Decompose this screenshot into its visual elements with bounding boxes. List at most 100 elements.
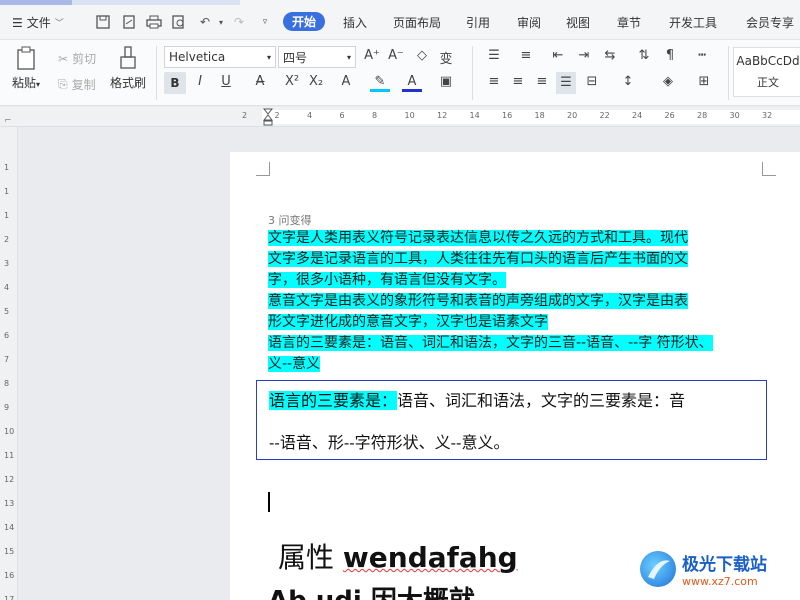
ruler-tick-label: 16 [4, 571, 15, 580]
sort-icon[interactable]: ⇅ [634, 48, 654, 63]
tab-review[interactable]: 审阅 [517, 14, 541, 31]
ruler-tick-label: 15 [4, 547, 15, 556]
show-marks-icon[interactable]: ¶ [660, 48, 680, 63]
paragraph-2[interactable]: 意音文字是由表义的象形符号和表音的声旁组成的文字，汉字是由表 形文字进化成的意音… [268, 291, 768, 333]
title-menu-bar: ☰ 文件 ﹀ ↶ ▾ ↷ ▿ 开始 插入 页面布局 引用 审阅 视图 章节 开发… [0, 0, 800, 40]
phonetic-guide-icon[interactable]: 变 [436, 48, 456, 67]
copy-button[interactable]: ⎘ 复制 [58, 76, 96, 93]
tab-insert[interactable]: 插入 [343, 14, 367, 31]
scissors-icon: ✂ [58, 51, 69, 66]
font-family-select[interactable]: Helvetica ▾ [164, 46, 276, 68]
ruler-tick-label: 22 [599, 111, 610, 120]
document-page[interactable]: 3 问变得 文字是人类用表义符号记录表达信息以传之久远的方式和工具。现代 文字多… [230, 152, 800, 600]
paragraph-1[interactable]: 文字是人类用表义符号记录表达信息以传之久远的方式和工具。现代 文字多是记录语言的… [268, 228, 768, 291]
ribbon-separator [472, 46, 473, 100]
ruler-tick-label: 8 [372, 111, 378, 120]
text-box-highlighted: 语言的三要素是： [269, 391, 398, 410]
paragraph-3[interactable]: 语言的三要素是：语音、词汇和语法，文字的三音--语音、--字 符形状、 义--意… [268, 333, 768, 375]
tab-chapter[interactable]: 章节 [617, 14, 641, 31]
redo-icon[interactable]: ↷ [230, 14, 248, 30]
highlight-color-button[interactable]: ✎ [370, 74, 390, 92]
ruler-tick-label: 2 [242, 111, 248, 120]
tab-page-layout[interactable]: 页面布局 [393, 14, 441, 31]
attribute-heading[interactable]: 属性 wendafahg [278, 536, 518, 576]
tab-home[interactable]: 开始 [283, 12, 326, 31]
export-pdf-icon[interactable] [120, 14, 138, 30]
customize-toolbar-icon[interactable]: ▿ [256, 14, 274, 30]
small-heading: 3 问变得 [268, 214, 312, 227]
ruler-tick-label: 2 [4, 235, 10, 244]
text-direction-icon[interactable]: ⇆ [600, 48, 620, 63]
vertical-ruler[interactable]: 1 1 1 2 3 4 5 6 7 8 9 10 11 12 13 14 15 16 17 [0, 127, 18, 600]
ruler-tick-label: 17 [4, 595, 15, 600]
clear-format-icon[interactable]: ◇ [412, 48, 432, 63]
decrease-indent-icon[interactable]: ⇤ [548, 48, 568, 63]
superscript-button[interactable]: X² [282, 74, 302, 89]
shrink-font-icon[interactable]: A⁻ [386, 48, 406, 63]
highlighted-text: 语言的三要素是：语音、词汇和语法，文字的三音--语音、--字 符形状、 [268, 335, 713, 351]
ruler-tick-label: 30 [729, 111, 740, 120]
ruler-tick-label: 10 [4, 427, 15, 436]
save-icon[interactable] [94, 14, 112, 30]
hamburger-icon: ☰ [12, 15, 23, 30]
line-spacing-icon[interactable]: ↕ [618, 74, 638, 89]
distributed-align-icon[interactable]: ⊟ [582, 74, 602, 89]
tab-references[interactable]: 引用 [466, 14, 490, 31]
highlighted-text: 字，很多小语种，有语言但没有文字。 [268, 272, 506, 288]
underline-button[interactable]: U [216, 74, 236, 89]
numbered-list-icon[interactable]: ≡ [516, 48, 536, 63]
style-gallery-normal[interactable]: AaBbCcDd 正文 [733, 47, 800, 97]
print-icon[interactable] [145, 14, 163, 30]
ruler-tick-label: 13 [4, 499, 15, 508]
ruler-tick-label: 32 [762, 111, 773, 120]
increase-indent-icon[interactable]: ⇥ [574, 48, 594, 63]
char-border-button[interactable]: ▣ [436, 74, 456, 89]
undo-dropdown-icon[interactable]: ▾ [212, 14, 230, 30]
page-corner-mark [256, 162, 270, 176]
align-right-icon[interactable]: ≡ [532, 74, 552, 89]
align-left-icon[interactable]: ≡ [484, 74, 504, 89]
print-preview-icon[interactable] [170, 14, 188, 30]
text-cursor [268, 492, 270, 512]
borders-icon[interactable]: ⊞ [694, 74, 714, 89]
attribute-heading-en: wendafahg [342, 541, 518, 574]
aurora-logo-icon [640, 551, 676, 587]
ruler-tick-label: 12 [437, 111, 448, 120]
ruler-toggle-icon[interactable]: ⌐ [4, 116, 12, 126]
shading-icon[interactable]: ◈ [658, 74, 678, 89]
text-effect-button[interactable]: A [336, 74, 356, 89]
paste-button[interactable]: 粘贴▾ [12, 46, 40, 91]
justify-icon[interactable]: ☰ [556, 72, 576, 94]
ruler-tick-label: 12 [4, 475, 15, 484]
text-box[interactable]: 语言的三要素是：语音、词汇和语法，文字的三要素是：音 --语音、形--字符形状、… [256, 380, 767, 460]
bold-button[interactable]: B [164, 72, 186, 94]
grow-font-icon[interactable]: A⁺ [362, 48, 382, 63]
copy-icon: ⎘ [58, 77, 68, 91]
highlighted-text: 形文字进化成的意音文字，汉字也是语素文字 [268, 314, 548, 330]
font-color-button[interactable]: A [402, 74, 422, 92]
tab-member[interactable]: 会员专享 [746, 14, 794, 31]
highlighted-text: 文字是人类用表义符号记录表达信息以传之久远的方式和工具。现代 [268, 230, 688, 246]
bullet-list-icon[interactable]: ☰ [484, 48, 504, 63]
align-center-icon[interactable]: ≡ [508, 74, 528, 89]
italic-button[interactable]: I [190, 74, 210, 89]
strikethrough-button[interactable]: A̶ [250, 74, 270, 89]
tab-developer[interactable]: 开发工具 [669, 14, 717, 31]
subscript-button[interactable]: X₂ [306, 74, 326, 89]
ribbon-separator [156, 46, 157, 100]
tab-stops-icon[interactable]: ┅ [692, 48, 712, 63]
cut-button[interactable]: ✂ 剪切 [58, 50, 96, 67]
file-menu-label: 文件 [26, 16, 51, 30]
second-heading[interactable]: Ab udi 因大概就 [268, 580, 475, 600]
horizontal-ruler[interactable]: 2 2 4 6 8 10 12 14 16 18 20 22 24 26 28 30 32 [0, 107, 800, 127]
highlighted-text: 文字多是记录语言的工具，人类往往先有口头的语言后产生书面的文 [268, 251, 688, 267]
ruler-tick-label: 4 [4, 283, 10, 292]
indent-marker-icon[interactable] [262, 108, 274, 126]
format-painter-button[interactable]: 格式刷 [110, 46, 146, 91]
tab-view[interactable]: 视图 [566, 14, 590, 31]
ruler-tick-label: 5 [4, 307, 10, 316]
font-size-select[interactable]: 四号 ▾ [278, 46, 356, 68]
file-menu-button[interactable]: ☰ 文件 ﹀ [12, 14, 64, 31]
site-watermark: 极光下载站 www.xz7.com [640, 550, 767, 588]
text-box-line-2: --语音、形--字符形状、义--意义。 [269, 433, 510, 452]
